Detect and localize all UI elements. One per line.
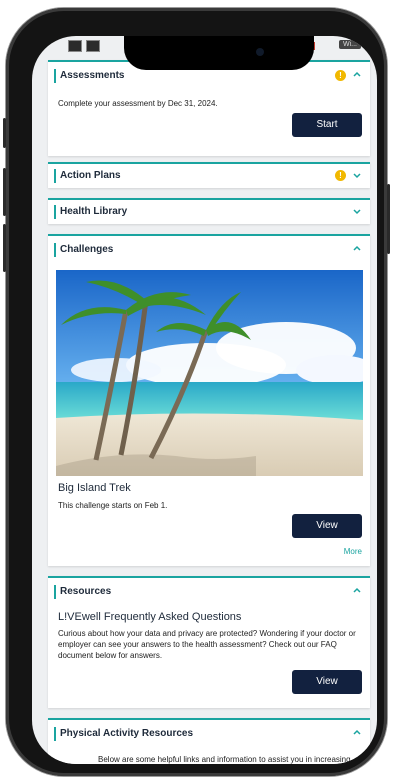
chevron-down-icon[interactable] [352, 170, 362, 180]
health-library-card[interactable]: Health Library [48, 198, 370, 224]
phone-side-button [3, 168, 6, 216]
challenge-info: This challenge starts on Feb 1. [58, 501, 168, 510]
challenge-name: Big Island Trek [58, 482, 131, 494]
chevron-down-icon[interactable] [352, 206, 362, 216]
assessments-message: Complete your assessment by Dec 31, 2024… [58, 99, 218, 108]
challenges-title: Challenges [54, 243, 113, 257]
physical-activity-body: Below are some helpful links and informa… [98, 755, 351, 764]
resources-card: Resources L!VEwell Frequently Asked Ques… [48, 576, 370, 708]
action-plans-card[interactable]: Action Plans ! [48, 162, 370, 188]
phone-side-button [3, 224, 6, 272]
chevron-up-icon[interactable] [352, 585, 362, 595]
physical-activity-card: Physical Activity Resources Below are so… [48, 718, 370, 764]
chevron-up-icon[interactable] [352, 243, 362, 253]
action-plans-title: Action Plans [54, 169, 121, 183]
assessments-card: Assessments ! Complete your assessment b… [48, 60, 370, 156]
resources-view-button[interactable]: View [292, 670, 362, 694]
phone-side-button [3, 118, 6, 148]
challenge-image [56, 270, 363, 476]
phone-screen: Wi... Assessments ! Complete your assess… [32, 36, 377, 764]
resources-heading: L!VEwell Frequently Asked Questions [58, 611, 242, 623]
resources-title: Resources [54, 585, 111, 599]
assessments-title: Assessments [54, 69, 124, 83]
start-button[interactable]: Start [292, 113, 362, 137]
chevron-up-icon[interactable] [352, 727, 362, 737]
resources-body: Curious about how your data and privacy … [58, 629, 356, 660]
physical-activity-title: Physical Activity Resources [54, 727, 193, 741]
status-bar-icons [68, 40, 100, 52]
phone-notch [124, 36, 314, 70]
phone-frame: Wi... Assessments ! Complete your assess… [3, 8, 390, 776]
health-library-title: Health Library [54, 205, 127, 219]
camera-icon [256, 48, 264, 56]
chevron-up-icon[interactable] [352, 69, 362, 79]
challenges-card: Challenges Big Island Trek This challeng… [48, 234, 370, 566]
phone-side-button [387, 184, 390, 254]
warning-icon: ! [335, 70, 346, 81]
status-label: Wi... [339, 40, 361, 49]
challenge-view-button[interactable]: View [292, 514, 362, 538]
more-link[interactable]: More [344, 547, 362, 556]
warning-icon: ! [335, 170, 346, 181]
